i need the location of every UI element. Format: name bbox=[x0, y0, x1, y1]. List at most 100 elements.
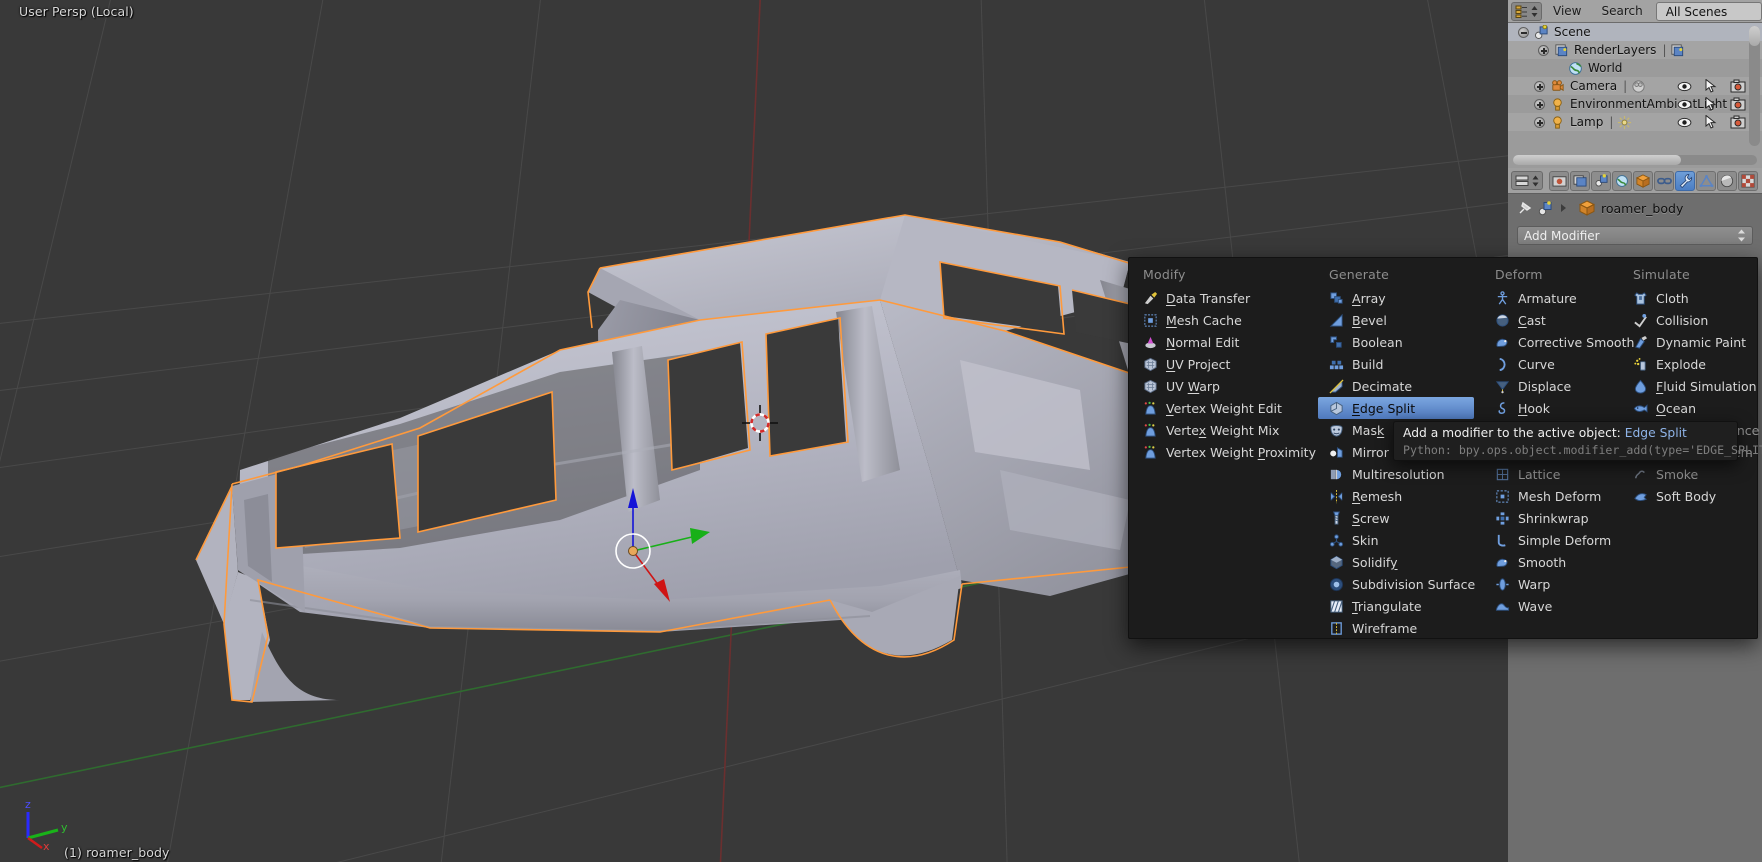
constraints-tab[interactable] bbox=[1654, 170, 1674, 191]
outliner-icon bbox=[1515, 5, 1527, 18]
outliner-row[interactable]: RenderLayers | bbox=[1508, 41, 1762, 59]
modifier-menu-item[interactable]: Multiresolution bbox=[1315, 463, 1477, 485]
modifier-menu-item[interactable]: Screw bbox=[1315, 507, 1477, 529]
modifier-menu-item[interactable]: Wireframe bbox=[1315, 617, 1477, 639]
modifier-menu-item[interactable]: Boolean bbox=[1315, 331, 1477, 353]
selectability-cursor-icon[interactable] bbox=[1705, 97, 1717, 111]
modifier-menu-item[interactable]: Soft Body bbox=[1619, 485, 1759, 507]
outliner-expand-toggle[interactable] bbox=[1518, 26, 1529, 38]
modifier-menu-item[interactable]: Hook bbox=[1481, 397, 1634, 419]
modifier-menu-item-label: Vertex Weight Mix bbox=[1166, 422, 1280, 438]
outliner-row[interactable]: Scene bbox=[1508, 23, 1762, 41]
renderability-camera-icon[interactable] bbox=[1730, 97, 1746, 111]
modifier-menu-item[interactable]: Armature bbox=[1481, 287, 1634, 309]
modifier-menu-item[interactable]: Mesh Deform bbox=[1481, 485, 1634, 507]
modifier-menu-item[interactable]: Explode bbox=[1619, 353, 1759, 375]
material-tab[interactable] bbox=[1717, 170, 1737, 191]
modifier-menu-item[interactable]: Build bbox=[1315, 353, 1477, 375]
modifier-menu-item[interactable]: Normal Edit bbox=[1129, 331, 1316, 353]
modifier-menu-item[interactable]: Curve bbox=[1481, 353, 1634, 375]
decimate-icon bbox=[1329, 378, 1344, 394]
modifier-menu-item[interactable]: Cloth bbox=[1619, 287, 1759, 309]
visibility-eye-icon[interactable] bbox=[1677, 99, 1692, 110]
modifier-menu-item[interactable]: Simple Deform bbox=[1481, 529, 1634, 551]
modifier-menu-item[interactable]: Cast bbox=[1481, 309, 1634, 331]
modifier-menu-item[interactable]: Triangulate bbox=[1315, 595, 1477, 617]
modifier-menu-item[interactable]: Solidify bbox=[1315, 551, 1477, 573]
modifier-menu-item[interactable]: Edge Split bbox=[1318, 397, 1474, 419]
render-layers-tab[interactable] bbox=[1570, 170, 1590, 191]
scene-icon[interactable] bbox=[1538, 200, 1553, 216]
modifiers-tab[interactable] bbox=[1675, 170, 1695, 191]
modifier-menu-item[interactable]: Smoke bbox=[1619, 463, 1759, 485]
renderability-camera-icon[interactable] bbox=[1730, 115, 1746, 129]
updown-arrows-icon bbox=[1532, 175, 1539, 186]
modifier-menu-item[interactable]: Dynamic Paint bbox=[1619, 331, 1759, 353]
outliner-row[interactable]: EnvironmentAmbientLight bbox=[1508, 95, 1762, 113]
object-tab[interactable] bbox=[1633, 170, 1653, 191]
modifier-menu-item[interactable]: Mesh Cache bbox=[1129, 309, 1316, 331]
modifier-menu-item[interactable]: Array bbox=[1315, 287, 1477, 309]
outliner-editor[interactable]: View Search All Scenes Scene RenderLayers… bbox=[1508, 0, 1762, 168]
selectability-cursor-icon[interactable] bbox=[1705, 79, 1717, 93]
collision-icon bbox=[1634, 313, 1647, 327]
transform-manipulator[interactable] bbox=[592, 480, 722, 605]
add-modifier-dropdown[interactable]: Add Modifier bbox=[1517, 226, 1753, 245]
modifier-menu-item[interactable]: Displace bbox=[1481, 375, 1634, 397]
texture-tab[interactable] bbox=[1738, 170, 1758, 191]
outliner-expand-toggle[interactable] bbox=[1534, 116, 1545, 128]
outliner-row[interactable]: Camera | bbox=[1508, 77, 1762, 95]
modifier-menu-item[interactable]: UV Warp bbox=[1129, 375, 1316, 397]
outliner-row[interactable]: Lamp | bbox=[1508, 113, 1762, 131]
scene-tab[interactable] bbox=[1591, 170, 1611, 191]
selectability-cursor-icon[interactable] bbox=[1705, 115, 1717, 129]
properties-tab-bar[interactable] bbox=[1508, 168, 1762, 194]
pin-icon[interactable] bbox=[1517, 201, 1532, 216]
modifier-menu-item[interactable]: Bevel bbox=[1315, 309, 1477, 331]
modifier-menu-item[interactable]: Warp bbox=[1481, 573, 1634, 595]
visibility-eye-icon[interactable] bbox=[1677, 117, 1692, 128]
modifier-menu-item[interactable]: Lattice bbox=[1481, 463, 1634, 485]
modifier-menu-item[interactable]: Decimate bbox=[1315, 375, 1477, 397]
visibility-eye-icon[interactable] bbox=[1677, 81, 1692, 92]
outliner-row-toggles[interactable] bbox=[1677, 113, 1746, 131]
data-tab[interactable] bbox=[1696, 170, 1716, 191]
outliner-menu-view[interactable]: View bbox=[1544, 2, 1590, 21]
outliner-scene-selector[interactable]: All Scenes bbox=[1655, 1, 1762, 21]
wireframe-icon bbox=[1331, 621, 1342, 635]
modifier-menu-item[interactable]: Fluid Simulation bbox=[1619, 375, 1759, 397]
outliner-expand-toggle[interactable] bbox=[1538, 44, 1549, 56]
chevron-right-icon[interactable] bbox=[1559, 203, 1567, 213]
modifier-menu-item-label: Explode bbox=[1656, 356, 1706, 372]
outliner-horizontal-scrollbar[interactable] bbox=[1513, 155, 1757, 165]
outliner-row[interactable]: World bbox=[1508, 59, 1762, 77]
modifier-menu-item[interactable]: Smooth bbox=[1481, 551, 1634, 573]
modifier-menu-item[interactable]: Skin bbox=[1315, 529, 1477, 551]
modifier-menu-item[interactable]: Ocean bbox=[1619, 397, 1759, 419]
displace-icon bbox=[1495, 380, 1510, 393]
renderability-camera-icon[interactable] bbox=[1730, 79, 1746, 93]
modifier-menu-item[interactable]: Subdivision Surface bbox=[1315, 573, 1477, 595]
modifier-menu-item[interactable]: Vertex Weight Edit bbox=[1129, 397, 1316, 419]
properties-breadcrumb[interactable]: roamer_body bbox=[1508, 194, 1762, 222]
outliner-display-mode-button[interactable] bbox=[1511, 1, 1542, 21]
modifier-menu-item[interactable]: Shrinkwrap bbox=[1481, 507, 1634, 529]
outliner-menu-search[interactable]: Search bbox=[1592, 2, 1651, 21]
modifier-menu-item[interactable]: Remesh bbox=[1315, 485, 1477, 507]
outliner-tree[interactable]: Scene RenderLayers | World Camera | Environmen… bbox=[1508, 23, 1762, 153]
outliner-expand-toggle[interactable] bbox=[1534, 98, 1545, 110]
modifier-menu-item[interactable]: Vertex Weight Mix bbox=[1129, 419, 1316, 441]
properties-editor-type-button[interactable] bbox=[1511, 171, 1543, 190]
modifier-menu-item[interactable]: Data Transfer bbox=[1129, 287, 1316, 309]
modifier-menu-item[interactable]: UV Project bbox=[1129, 353, 1316, 375]
modifier-menu-item[interactable]: Corrective Smooth bbox=[1481, 331, 1634, 353]
render-tab[interactable] bbox=[1549, 170, 1569, 191]
modifier-menu-item[interactable]: Wave bbox=[1481, 595, 1634, 617]
outliner-expand-toggle[interactable] bbox=[1534, 80, 1545, 92]
outliner-row-toggles[interactable] bbox=[1677, 77, 1746, 95]
modifier-menu-item[interactable]: Vertex Weight Proximity bbox=[1129, 441, 1316, 463]
modifier-menu-item[interactable]: Collision bbox=[1619, 309, 1759, 331]
world-tab[interactable] bbox=[1612, 170, 1632, 191]
outliner-vertical-scrollbar[interactable] bbox=[1749, 26, 1760, 146]
outliner-row-toggles[interactable] bbox=[1677, 95, 1746, 113]
